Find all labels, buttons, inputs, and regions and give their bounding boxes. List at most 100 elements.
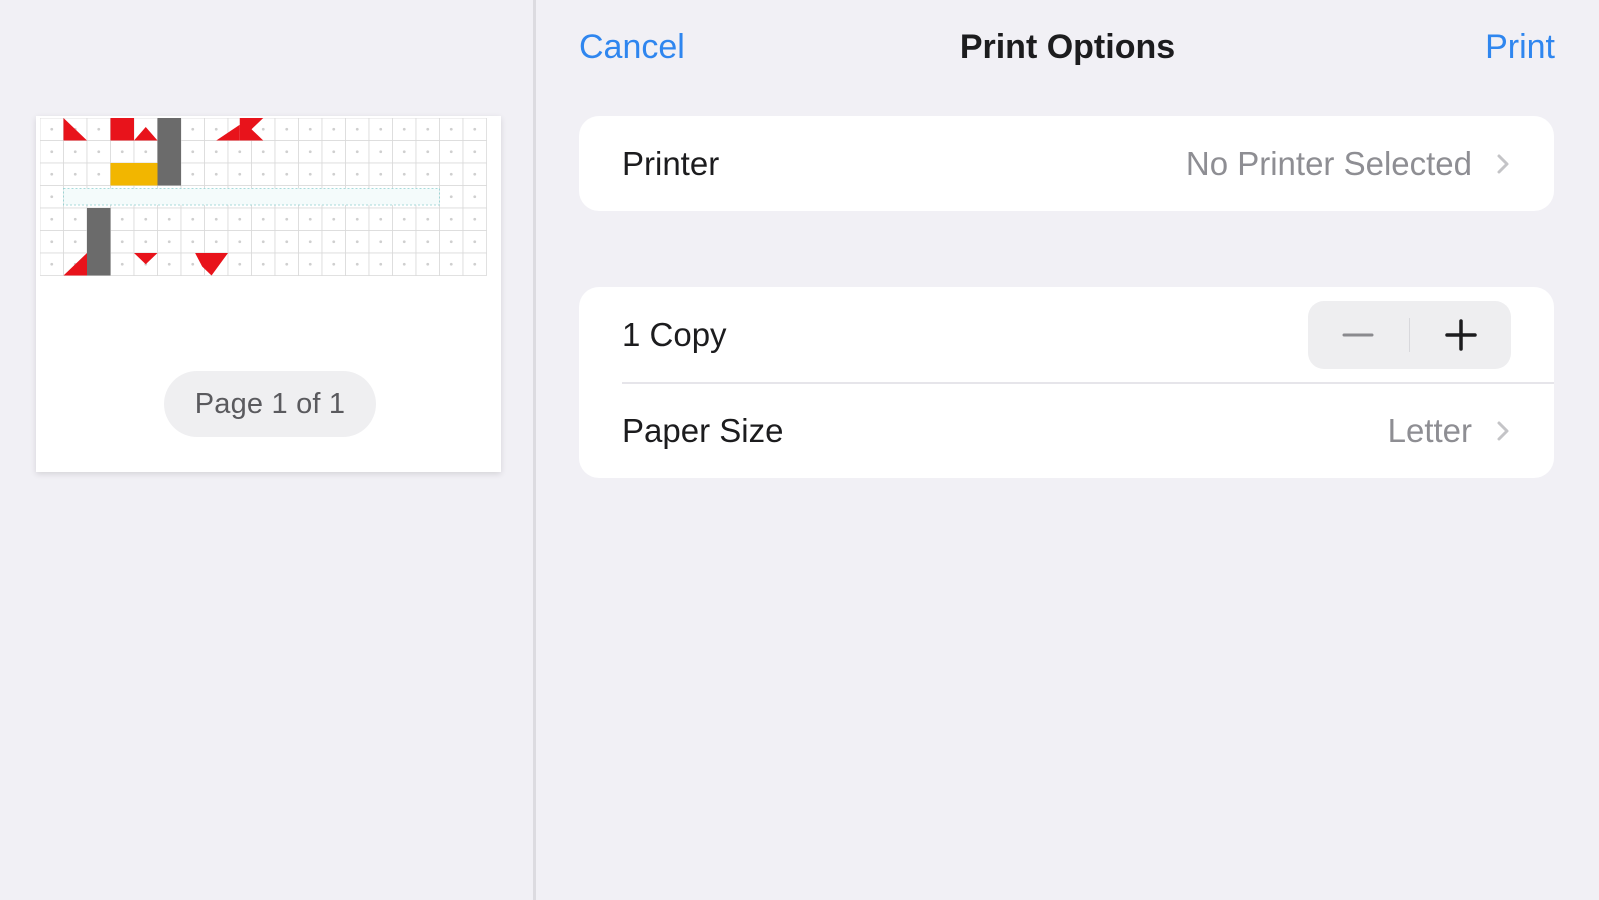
thumb-dot	[449, 217, 453, 221]
thumb-dot	[402, 217, 406, 221]
thumb-dot	[308, 217, 312, 221]
thumb-dot	[120, 217, 124, 221]
copies-label: 1 Copy	[622, 315, 727, 353]
thumb-dot	[426, 172, 430, 176]
thumb-dot	[50, 262, 54, 266]
thumb-dot	[402, 150, 406, 154]
thumb-dot	[261, 217, 265, 221]
thumb-dot	[426, 127, 430, 131]
thumb-dot	[449, 127, 453, 131]
thumb-dot	[355, 217, 359, 221]
thumb-dot	[238, 172, 242, 176]
decrement-copies-button[interactable]	[1308, 301, 1409, 369]
options-pane: Cancel Print Options Print Printer No Pr…	[536, 0, 1599, 900]
thumb-dot	[308, 262, 312, 266]
thumb-dot	[50, 195, 54, 199]
thumb-dot	[402, 262, 406, 266]
minus-icon	[1342, 333, 1374, 336]
thumb-dot	[120, 262, 124, 266]
thumb-dot	[261, 127, 265, 131]
paper-size-value: Letter	[1387, 411, 1472, 449]
print-button[interactable]: Print	[1485, 28, 1555, 67]
thumb-dot	[355, 150, 359, 154]
thumb-dot	[449, 262, 453, 266]
thumb-dot	[473, 217, 477, 221]
thumb-dot	[473, 150, 477, 154]
printer-value: No Printer Selected	[1185, 144, 1472, 182]
thumb-dot	[285, 262, 289, 266]
thumb-dot	[214, 172, 218, 176]
page-title: Print Options	[959, 28, 1176, 66]
thumb-dot	[379, 127, 383, 131]
thumb-dot	[214, 150, 218, 154]
thumb-dot	[379, 217, 383, 221]
thumb-dot	[426, 150, 430, 154]
thumb-dot	[97, 150, 101, 154]
thumb-dot	[473, 262, 477, 266]
increment-copies-button[interactable]	[1410, 301, 1511, 369]
thumb-band	[63, 188, 440, 206]
thumb-gray-bar	[87, 208, 111, 276]
plus-icon	[1444, 318, 1477, 351]
thumb-dot	[191, 217, 195, 221]
paper-size-row[interactable]: Paper Size Letter	[579, 383, 1554, 478]
printer-group: Printer No Printer Selected	[579, 116, 1554, 211]
thumb-dot	[214, 240, 218, 244]
thumb-dot	[332, 217, 336, 221]
thumb-dot	[402, 127, 406, 131]
thumb-dot	[97, 127, 101, 131]
thumb-dot	[308, 127, 312, 131]
thumb-dot	[285, 150, 289, 154]
thumb-dot	[426, 217, 430, 221]
print-options-screen: Page 1 of 1 Cancel Print Options Print P…	[0, 0, 1599, 900]
thumb-dot	[355, 172, 359, 176]
printer-row[interactable]: Printer No Printer Selected	[579, 116, 1554, 211]
thumb-dot	[355, 127, 359, 131]
page-indicator-badge: Page 1 of 1	[164, 371, 376, 437]
thumb-dot	[449, 240, 453, 244]
thumb-dot	[144, 240, 148, 244]
thumb-dot	[332, 240, 336, 244]
copies-paper-group: 1 Copy Paper Size Letter	[579, 287, 1554, 478]
thumb-dot	[308, 172, 312, 176]
thumb-dot	[214, 217, 218, 221]
thumb-dot	[144, 150, 148, 154]
thumb-dot	[261, 240, 265, 244]
thumb-dot	[449, 195, 453, 199]
page-preview-thumbnail[interactable]: Page 1 of 1	[36, 116, 501, 472]
thumb-dot	[285, 240, 289, 244]
thumb-dot	[402, 240, 406, 244]
thumb-dot	[73, 150, 77, 154]
preview-pane: Page 1 of 1	[0, 0, 533, 900]
chevron-right-icon	[1497, 154, 1509, 173]
thumb-dot	[308, 240, 312, 244]
thumb-yellow-cell	[134, 163, 158, 186]
thumb-dot	[426, 240, 430, 244]
thumb-dot	[285, 172, 289, 176]
thumb-dot	[73, 217, 77, 221]
thumb-dot	[379, 150, 383, 154]
thumb-dot	[50, 127, 54, 131]
chevron-right-icon	[1497, 421, 1509, 440]
thumb-dot	[238, 262, 242, 266]
thumb-dot	[261, 262, 265, 266]
thumb-dot	[449, 150, 453, 154]
thumb-dot	[214, 127, 218, 131]
thumb-dot	[285, 217, 289, 221]
thumb-dot	[73, 240, 77, 244]
paper-size-label: Paper Size	[622, 411, 784, 449]
thumb-dot	[50, 217, 54, 221]
thumb-dot	[167, 217, 171, 221]
copies-stepper[interactable]	[1308, 300, 1511, 369]
thumb-dot	[191, 150, 195, 154]
thumb-dot	[191, 172, 195, 176]
thumb-dot	[402, 172, 406, 176]
thumb-dot	[238, 217, 242, 221]
thumb-dot	[120, 150, 124, 154]
thumb-dot	[473, 127, 477, 131]
thumb-dot	[191, 127, 195, 131]
thumb-dot	[50, 172, 54, 176]
thumb-dot	[426, 262, 430, 266]
thumb-dot	[473, 240, 477, 244]
thumb-dot	[355, 240, 359, 244]
